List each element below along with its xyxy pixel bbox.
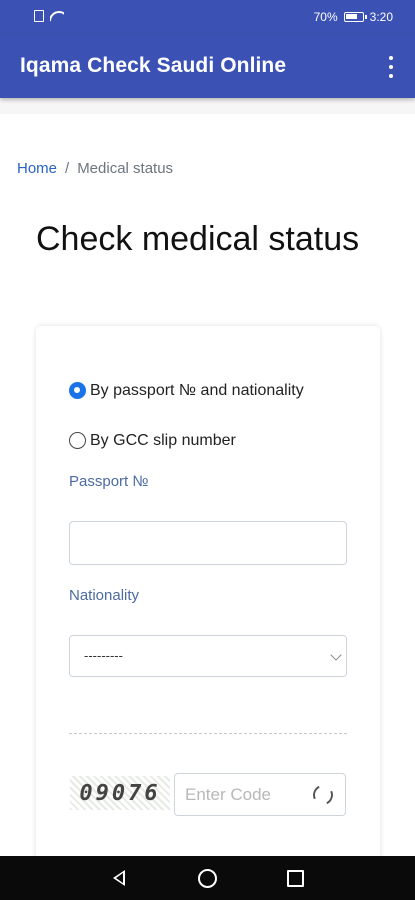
nationality-selected: ---------: [84, 648, 123, 663]
sim-icon: [34, 10, 44, 22]
radio-gcc-slip[interactable]: [69, 432, 86, 449]
app-bar: Iqama Check Saudi Online: [0, 34, 415, 98]
option-passport-label: By passport № and nationality: [90, 382, 304, 399]
battery-icon: [343, 12, 367, 22]
recents-icon[interactable]: [287, 870, 304, 887]
page-title: Check medical status: [36, 220, 360, 258]
status-bar: 70% 3:20: [0, 0, 415, 34]
battery-level: 70%: [313, 10, 338, 24]
captcha-image: 09076: [70, 776, 170, 810]
breadcrumb-current: Medical status: [77, 160, 174, 177]
home-icon[interactable]: [198, 869, 217, 888]
status-left: [34, 10, 64, 22]
breadcrumb: Home / Medical status: [17, 160, 173, 177]
status-right: 70% 3:20: [314, 10, 393, 24]
medical-status-form: By passport № and nationality By GCC sli…: [36, 326, 380, 886]
app-title: Iqama Check Saudi Online: [20, 54, 287, 77]
option-gcc-slip-label: By GCC slip number: [90, 432, 236, 449]
system-nav-bar: [0, 856, 415, 900]
wifi-icon: [50, 11, 64, 22]
chevron-down-icon: [330, 649, 342, 661]
nationality-label: Nationality: [69, 587, 140, 604]
status-time: 3:20: [369, 10, 393, 24]
option-passport[interactable]: By passport № and nationality: [69, 380, 309, 402]
breadcrumb-home-link[interactable]: Home: [17, 160, 57, 177]
radio-passport[interactable]: [69, 382, 86, 399]
page-content: Home / Medical status Check medical stat…: [0, 114, 415, 886]
option-gcc-slip[interactable]: By GCC slip number: [69, 430, 309, 452]
divider: [69, 733, 347, 734]
breadcrumb-separator: /: [65, 160, 70, 177]
passport-label: Passport №: [69, 473, 149, 490]
more-vert-icon[interactable]: [387, 56, 395, 78]
passport-input[interactable]: [69, 521, 347, 565]
back-icon[interactable]: [113, 870, 125, 886]
nationality-select[interactable]: ---------: [69, 635, 347, 677]
